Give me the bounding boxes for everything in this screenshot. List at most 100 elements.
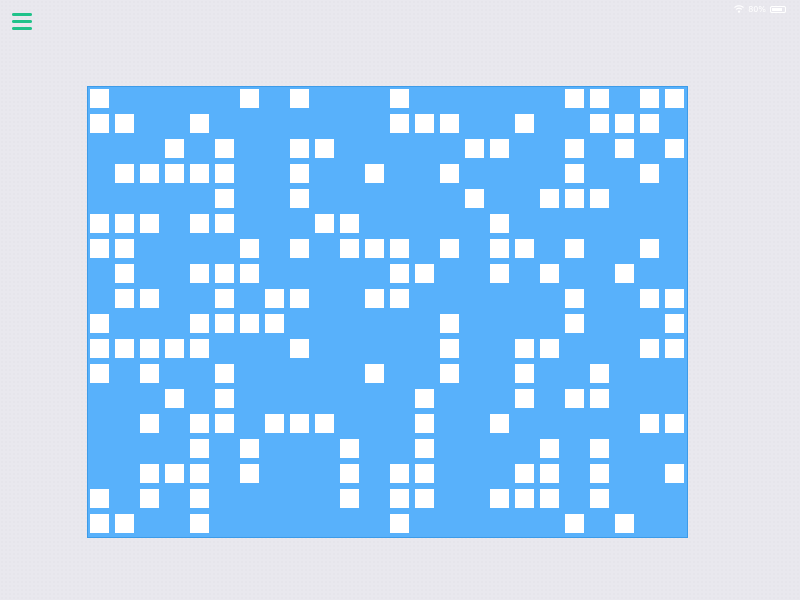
board-cell[interactable] — [540, 464, 559, 483]
board-cell[interactable] — [115, 514, 134, 533]
board-cell[interactable] — [190, 514, 209, 533]
board-cell[interactable] — [565, 314, 584, 333]
board-cell[interactable] — [640, 414, 659, 433]
board-cell[interactable] — [365, 364, 384, 383]
board-cell[interactable] — [515, 339, 534, 358]
board-cell[interactable] — [590, 489, 609, 508]
board-cell[interactable] — [565, 89, 584, 108]
board-cell[interactable] — [590, 439, 609, 458]
board-cell[interactable] — [415, 489, 434, 508]
board-cell[interactable] — [165, 464, 184, 483]
board-cell[interactable] — [665, 314, 684, 333]
board-cell[interactable] — [540, 439, 559, 458]
board-cell[interactable] — [515, 489, 534, 508]
board-cell[interactable] — [565, 189, 584, 208]
board-cell[interactable] — [340, 239, 359, 258]
board-cell[interactable] — [340, 214, 359, 233]
board-cell[interactable] — [640, 114, 659, 133]
board-cell[interactable] — [440, 314, 459, 333]
board-cell[interactable] — [115, 339, 134, 358]
board-cell[interactable] — [290, 414, 309, 433]
board-cell[interactable] — [540, 189, 559, 208]
board-cell[interactable] — [115, 239, 134, 258]
board-cell[interactable] — [390, 264, 409, 283]
board-cell[interactable] — [140, 214, 159, 233]
board-cell[interactable] — [90, 239, 109, 258]
board-cell[interactable] — [615, 139, 634, 158]
board-cell[interactable] — [590, 89, 609, 108]
board-cell[interactable] — [665, 139, 684, 158]
board-cell[interactable] — [115, 164, 134, 183]
board-cell[interactable] — [615, 114, 634, 133]
board-cell[interactable] — [490, 214, 509, 233]
hamburger-menu-icon[interactable] — [12, 13, 34, 33]
board-cell[interactable] — [640, 89, 659, 108]
board-cell[interactable] — [215, 364, 234, 383]
board-cell[interactable] — [90, 314, 109, 333]
board-cell[interactable] — [390, 514, 409, 533]
board-cell[interactable] — [665, 464, 684, 483]
board-cell[interactable] — [440, 164, 459, 183]
board-cell[interactable] — [90, 514, 109, 533]
board-cell[interactable] — [615, 264, 634, 283]
board-cell[interactable] — [215, 264, 234, 283]
board-cell[interactable] — [215, 414, 234, 433]
board-cell[interactable] — [665, 339, 684, 358]
board-cell[interactable] — [140, 414, 159, 433]
board-cell[interactable] — [315, 414, 334, 433]
board-cell[interactable] — [190, 489, 209, 508]
board-cell[interactable] — [440, 239, 459, 258]
board-cell[interactable] — [540, 264, 559, 283]
board-cell[interactable] — [190, 339, 209, 358]
board-cell[interactable] — [465, 139, 484, 158]
board-cell[interactable] — [490, 489, 509, 508]
board-cell[interactable] — [290, 239, 309, 258]
board-cell[interactable] — [515, 239, 534, 258]
board-cell[interactable] — [140, 364, 159, 383]
board-cell[interactable] — [190, 164, 209, 183]
board-cell[interactable] — [390, 114, 409, 133]
board-cell[interactable] — [290, 289, 309, 308]
board-cell[interactable] — [440, 114, 459, 133]
board-cell[interactable] — [165, 139, 184, 158]
board-cell[interactable] — [215, 314, 234, 333]
board-cell[interactable] — [615, 514, 634, 533]
board-cell[interactable] — [590, 464, 609, 483]
board-cell[interactable] — [240, 439, 259, 458]
board-cell[interactable] — [565, 239, 584, 258]
board-cell[interactable] — [565, 164, 584, 183]
board-cell[interactable] — [515, 114, 534, 133]
board-cell[interactable] — [115, 264, 134, 283]
board-cell[interactable] — [590, 189, 609, 208]
board-cell[interactable] — [490, 414, 509, 433]
board-cell[interactable] — [165, 339, 184, 358]
board-cell[interactable] — [565, 289, 584, 308]
board-cell[interactable] — [190, 464, 209, 483]
board-cell[interactable] — [565, 389, 584, 408]
board-cell[interactable] — [240, 239, 259, 258]
board-cell[interactable] — [190, 314, 209, 333]
board-cell[interactable] — [240, 464, 259, 483]
board-cell[interactable] — [440, 364, 459, 383]
board-cell[interactable] — [240, 89, 259, 108]
board-cell[interactable] — [215, 214, 234, 233]
board-cell[interactable] — [165, 164, 184, 183]
board-cell[interactable] — [90, 339, 109, 358]
board-cell[interactable] — [540, 339, 559, 358]
board-cell[interactable] — [165, 389, 184, 408]
board-cell[interactable] — [640, 339, 659, 358]
board-cell[interactable] — [390, 464, 409, 483]
board-cell[interactable] — [665, 289, 684, 308]
board-cell[interactable] — [590, 114, 609, 133]
board-cell[interactable] — [640, 239, 659, 258]
board-cell[interactable] — [515, 364, 534, 383]
board-cell[interactable] — [415, 414, 434, 433]
board-cell[interactable] — [190, 114, 209, 133]
board-cell[interactable] — [90, 89, 109, 108]
board-cell[interactable] — [415, 439, 434, 458]
board-cell[interactable] — [515, 389, 534, 408]
board-cell[interactable] — [290, 139, 309, 158]
board-cell[interactable] — [640, 164, 659, 183]
board-cell[interactable] — [240, 314, 259, 333]
board-cell[interactable] — [115, 289, 134, 308]
